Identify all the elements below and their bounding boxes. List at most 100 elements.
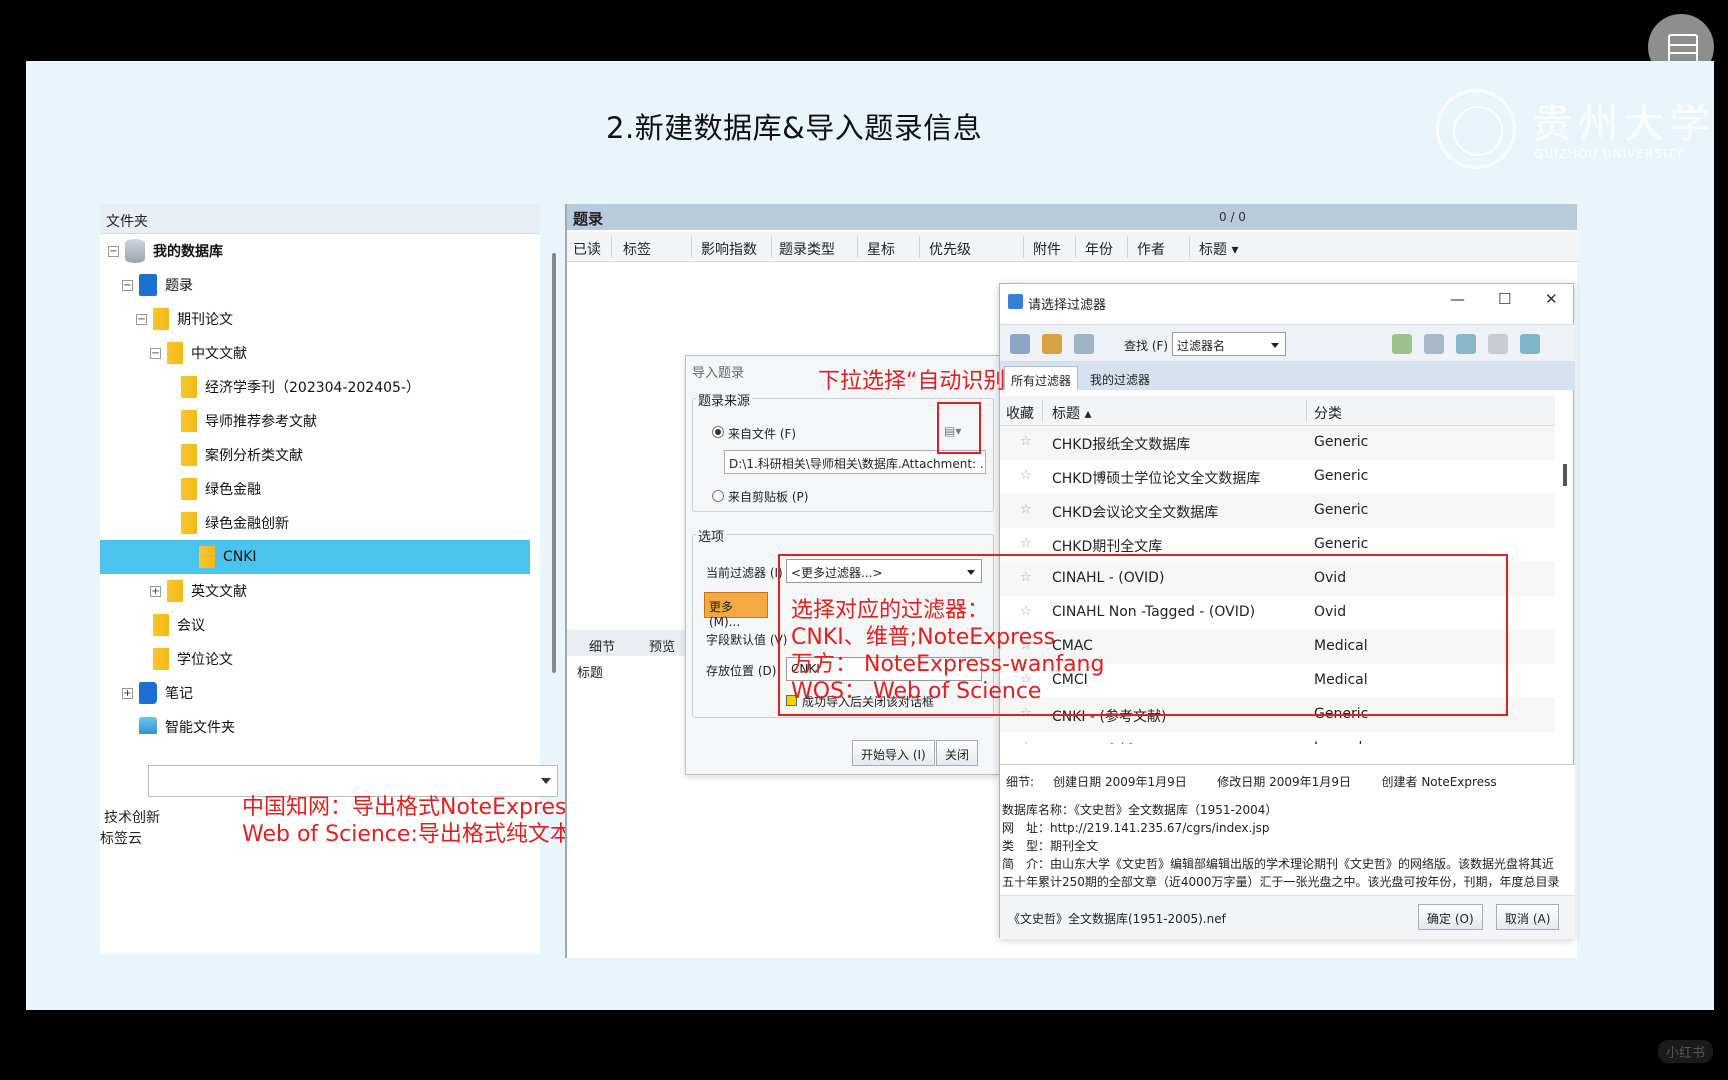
column-category[interactable]: 分类 <box>1314 403 1342 423</box>
expand-toggle-icon[interactable]: − <box>150 347 161 359</box>
column-attachment[interactable]: 附件 <box>1033 239 1061 259</box>
folder-icon <box>181 376 197 398</box>
tree-item[interactable]: − 题录 <box>122 268 193 302</box>
filter-row[interactable]: ☆ CHKD会议论文全文数据库 Generic <box>1000 494 1555 528</box>
delete-filter-icon[interactable] <box>1488 334 1508 354</box>
expand-toggle-icon[interactable]: + <box>122 687 133 699</box>
tree-item-label: 学位论文 <box>177 652 233 668</box>
column-favorite[interactable]: 收藏 <box>1006 403 1034 423</box>
folder-tree-scrollbar[interactable] <box>552 253 556 673</box>
tree-item-label: 绿色金融 <box>205 482 261 498</box>
filter-db-name: 数据库名称：《文史哲》全文数据库（1951-2004） <box>1002 803 1278 817</box>
star-icon[interactable]: ☆ <box>1020 468 1032 483</box>
tree-item[interactable]: 会议 <box>136 608 205 642</box>
star-icon[interactable]: ☆ <box>1020 740 1032 744</box>
expand-toggle-icon[interactable]: − <box>108 245 119 257</box>
tree-item[interactable]: 绿色金融 <box>164 472 261 506</box>
save-icon[interactable] <box>1010 334 1030 354</box>
tree-item[interactable]: 智能文件夹 <box>122 710 235 734</box>
tab-preview[interactable]: 预览 <box>649 636 675 655</box>
expand-toggle-icon[interactable]: − <box>122 279 133 291</box>
filter-row-title: CHKD期刊全文库 <box>1052 539 1163 555</box>
column-star[interactable]: 星标 <box>867 239 895 259</box>
from-clipboard-label[interactable]: 来自剪贴板 (P) <box>728 488 808 505</box>
current-filter-label: 当前过滤器 (I) <box>706 566 783 580</box>
tree-item[interactable]: 经济学季刊（202304-202405-） <box>164 370 420 404</box>
star-icon[interactable]: ☆ <box>1020 536 1032 551</box>
filter-search-select[interactable]: 过滤器名 <box>1172 332 1286 356</box>
column-filter-title[interactable]: 标题 ▴ <box>1052 403 1091 423</box>
tree-item[interactable]: 学位论文 <box>136 642 233 676</box>
expand-toggle-icon[interactable]: + <box>150 585 161 597</box>
filter-row[interactable]: ☆ CHKD报纸全文数据库 Generic <box>1000 426 1555 460</box>
folder-icon <box>181 410 197 432</box>
tab-details[interactable]: 细节 <box>589 636 615 655</box>
expand-toggle-icon[interactable]: − <box>136 313 147 325</box>
sync-icon[interactable] <box>1520 334 1540 354</box>
column-priority[interactable]: 优先级 <box>929 239 971 259</box>
tree-item[interactable]: − 期刊论文 <box>136 302 233 336</box>
maximize-icon[interactable]: ☐ <box>1498 290 1511 308</box>
folder-icon <box>153 648 169 670</box>
folder-icon <box>153 308 169 330</box>
app-icon <box>1008 294 1023 309</box>
filter-dialog-footer: 《文史哲》全文数据库(1951-2005).nef 确定 (O) 取消 (A) <box>1000 895 1575 939</box>
add-filter-icon[interactable] <box>1392 334 1412 354</box>
folder-icon <box>181 478 197 500</box>
column-author[interactable]: 作者 <box>1137 239 1165 259</box>
filter-row-title: CHKD报纸全文数据库 <box>1052 437 1191 453</box>
open-icon[interactable] <box>1042 334 1062 354</box>
source-group-label: 题录来源 <box>696 390 753 409</box>
tab-my-filters[interactable]: 我的过滤器 <box>1084 366 1156 390</box>
from-file-label[interactable]: 来自文件 (F) <box>728 425 796 442</box>
column-tags[interactable]: 标签 <box>623 239 651 259</box>
filter-row[interactable]: ☆ CNKI - (查新) Journal <box>1000 732 1555 744</box>
tree-item[interactable]: CNKI <box>100 540 530 574</box>
cancel-button[interactable]: 取消 (A) <box>1496 904 1560 930</box>
tree-item[interactable]: 案例分析类文献 <box>164 438 303 472</box>
filter-note-line2: CNKI、维普;NoteExpress <box>791 625 1056 650</box>
column-impact[interactable]: 影响指数 <box>701 239 757 259</box>
filter-row-category: Generic <box>1314 502 1369 518</box>
tag-item[interactable]: 技术创新 <box>104 807 160 827</box>
tree-item[interactable]: + 英文文献 <box>150 574 247 608</box>
tree-item-label: 英文文献 <box>191 584 247 600</box>
field-default-label: 字段默认值 (V) <box>706 633 788 647</box>
column-title[interactable]: 标题 ▾ <box>1199 239 1238 259</box>
filter-list-scrollbar[interactable] <box>1563 464 1567 486</box>
tree-item[interactable]: 导师推荐参考文献 <box>164 404 317 438</box>
chevron-down-icon[interactable] <box>541 778 551 784</box>
tree-item[interactable]: 绿色金融创新 <box>164 506 289 540</box>
ok-button[interactable]: 确定 (O) <box>1418 904 1483 930</box>
start-import-button[interactable]: 开始导入 (I) <box>852 740 935 766</box>
database-icon <box>125 239 145 263</box>
tag-cloud-input[interactable] <box>148 765 558 797</box>
tab-all-filters[interactable]: 所有过滤器 <box>1004 366 1079 390</box>
from-clipboard-radio[interactable] <box>712 490 724 502</box>
logo-name: 贵州大学 <box>1532 101 1716 147</box>
smart-folder-icon <box>139 717 157 734</box>
filter-row[interactable]: ☆ CHKD博硕士学位论文全文数据库 Generic <box>1000 460 1555 494</box>
slide: 2.新建数据库&导入题录信息 贵州大学 GUIZHOU UNIVERSITY 文… <box>26 61 1714 1010</box>
view-icon[interactable] <box>1074 334 1094 354</box>
minimize-icon[interactable]: — <box>1450 290 1465 308</box>
filter-url: 网 址：http://219.141.235.67/cgrs/index.jsp <box>1002 821 1270 835</box>
column-year[interactable]: 年份 <box>1085 239 1113 259</box>
star-icon[interactable]: ☆ <box>1020 502 1032 517</box>
close-import-button[interactable]: 关闭 <box>936 740 979 766</box>
tree-item[interactable]: + 笔记 <box>122 676 193 710</box>
filter-row-category: Journal <box>1314 740 1362 744</box>
star-icon[interactable]: ☆ <box>1020 434 1032 449</box>
more-filters-button[interactable]: 更多 (M)... <box>704 592 768 629</box>
created-label: 创建日期 <box>1053 775 1102 789</box>
from-file-radio[interactable] <box>712 426 724 438</box>
column-read[interactable]: 已读 <box>573 239 601 259</box>
refresh-icon[interactable] <box>1456 334 1476 354</box>
close-icon[interactable]: ✕ <box>1545 290 1558 308</box>
column-type[interactable]: 题录类型 <box>779 239 835 259</box>
edit-filter-icon[interactable] <box>1424 334 1444 354</box>
tree-item[interactable]: − 中文文献 <box>150 336 247 370</box>
tree-item[interactable]: − 我的数据库 <box>108 234 223 268</box>
creator-value: NoteExpress <box>1421 775 1497 789</box>
export-note-line1: 中国知网：导出格式NoteExpress <box>242 795 578 820</box>
